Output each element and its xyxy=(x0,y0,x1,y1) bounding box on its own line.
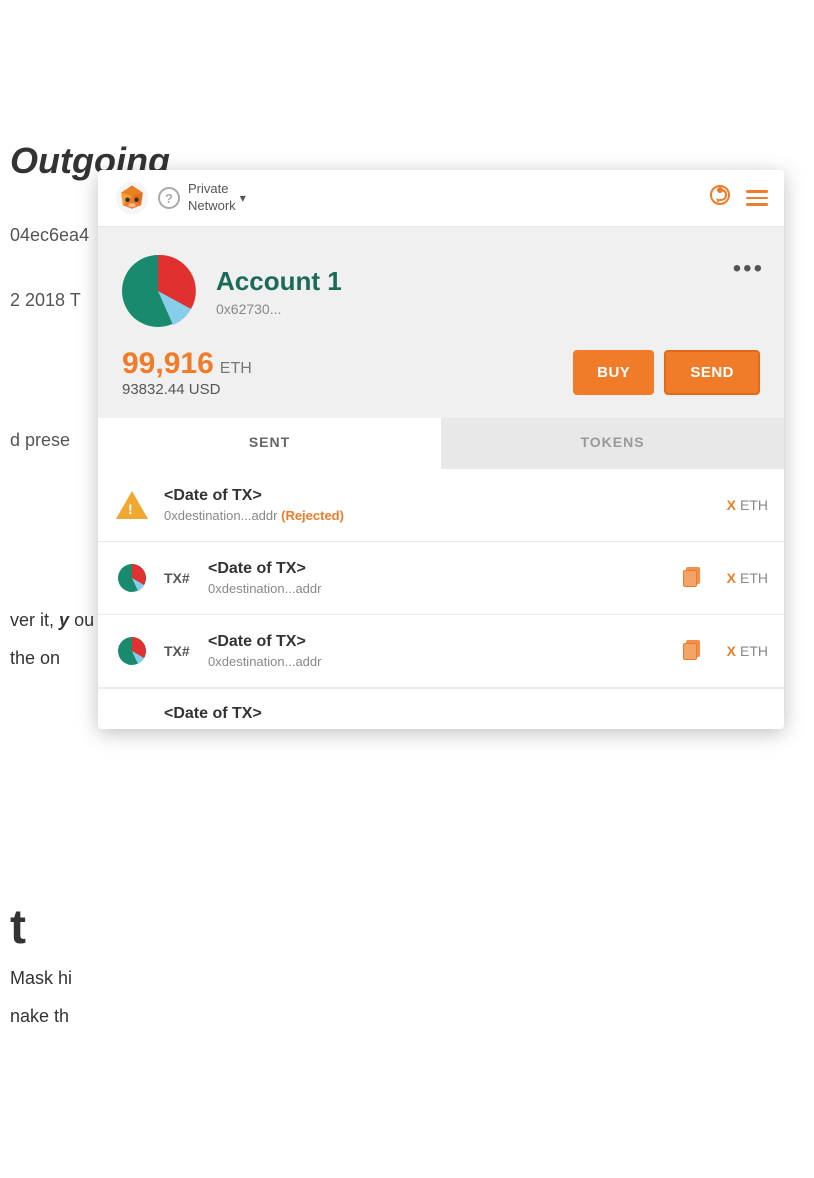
network-chevron-icon: ▾ xyxy=(240,191,246,205)
account-name: Account 1 xyxy=(216,266,715,297)
balance-section: 99,916ETH 93832.44 USD xyxy=(122,347,252,398)
account-more-button[interactable]: ••• xyxy=(733,251,764,283)
bg-t-letter: t xyxy=(10,900,26,955)
popup-header-left: ? Private Network ▾ xyxy=(114,180,246,216)
bg-the-text: the on xyxy=(10,648,60,669)
tx1-amount: X ETH xyxy=(727,497,768,513)
metamask-fox-logo xyxy=(114,180,150,216)
network-selector[interactable]: Private Network ▾ xyxy=(188,181,246,215)
transaction-item-3[interactable]: TX# <Date of TX> 0xdestination...addr X … xyxy=(98,615,784,688)
tx3-date: <Date of TX> xyxy=(208,633,657,651)
tx1-address: 0xdestination...addr (Rejected) xyxy=(164,508,713,523)
popup-header-right xyxy=(708,183,768,213)
tx1-content: <Date of TX> 0xdestination...addr (Rejec… xyxy=(164,487,713,523)
bg-mask-line1: Mask hi xyxy=(10,968,72,989)
help-icon[interactable]: ? xyxy=(158,187,180,209)
tx4-content-partial: <Date of TX> xyxy=(164,705,262,723)
account-avatar xyxy=(118,251,198,331)
tx2-icon-area xyxy=(114,562,150,594)
action-buttons: BUY SEND xyxy=(573,350,760,395)
balance-action-row: 99,916ETH 93832.44 USD BUY SEND xyxy=(118,347,764,398)
bg-date-text: 2 2018 T xyxy=(10,290,81,311)
tx2-address: 0xdestination...addr xyxy=(208,581,657,596)
bg-ver-text: ver it, y ou xyxy=(10,610,94,631)
tx3-amount: X ETH xyxy=(727,643,768,659)
transaction-list: <Date of TX> 0xdestination...addr (Rejec… xyxy=(98,469,784,729)
tx3-icon-area xyxy=(114,635,150,667)
refresh-icon[interactable] xyxy=(708,183,732,213)
account-section: Account 1 0x62730... ••• 99,916ETH 93832… xyxy=(98,227,784,418)
tx2-date: <Date of TX> xyxy=(208,560,657,578)
account-address: 0x62730... xyxy=(216,301,715,317)
bg-mask-line2: nake th xyxy=(10,1006,69,1027)
bg-address-text: 04ec6ea4 xyxy=(10,225,89,246)
tabs-row: SENT TOKENS xyxy=(98,418,784,469)
buy-button[interactable]: BUY xyxy=(573,350,654,395)
tx4-date-partial: <Date of TX> xyxy=(164,705,262,723)
tab-sent[interactable]: SENT xyxy=(98,418,441,469)
tx-warning-icon-area xyxy=(114,491,150,519)
tx2-avatar xyxy=(116,562,148,594)
balance-usd-value: 93832.44 USD xyxy=(122,381,252,398)
hamburger-menu-icon[interactable] xyxy=(746,190,768,206)
tx3-txnum: TX# xyxy=(164,643,194,659)
tx2-copy-icon[interactable] xyxy=(679,563,705,594)
balance-eth-value: 99,916ETH xyxy=(122,347,252,381)
network-name: Private Network xyxy=(188,181,236,215)
tx2-txnum: TX# xyxy=(164,570,194,586)
transaction-item-rejected[interactable]: <Date of TX> 0xdestination...addr (Rejec… xyxy=(98,469,784,542)
tx2-amount: X ETH xyxy=(727,570,768,586)
account-info-row: Account 1 0x62730... ••• xyxy=(118,251,764,331)
tx3-copy-icon[interactable] xyxy=(679,636,705,667)
tx1-date: <Date of TX> xyxy=(164,487,713,505)
tx2-content: <Date of TX> 0xdestination...addr xyxy=(208,560,657,596)
tx3-address: 0xdestination...addr xyxy=(208,654,657,669)
bg-press-text: d prese xyxy=(10,430,70,451)
transaction-item-2[interactable]: TX# <Date of TX> 0xdestination...addr X … xyxy=(98,542,784,615)
send-button[interactable]: SEND xyxy=(664,350,760,395)
popup-header: ? Private Network ▾ xyxy=(98,170,784,227)
transaction-item-4-partial[interactable]: <Date of TX> xyxy=(98,688,784,729)
tx3-avatar xyxy=(116,635,148,667)
warning-triangle-icon xyxy=(116,491,148,519)
tx3-content: <Date of TX> 0xdestination...addr xyxy=(208,633,657,669)
metamask-popup: ? Private Network ▾ xyxy=(98,170,784,729)
account-details: Account 1 0x62730... xyxy=(216,266,715,317)
tab-tokens[interactable]: TOKENS xyxy=(441,418,784,469)
